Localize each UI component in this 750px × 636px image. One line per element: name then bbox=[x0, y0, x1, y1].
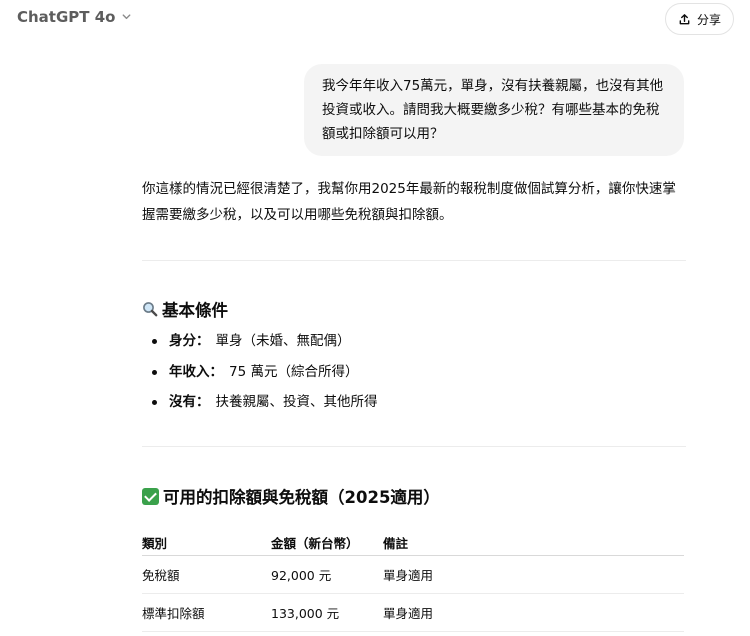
table-row: 標準扣除額 133,000 元 單身適用 bbox=[142, 593, 684, 632]
assistant-message: 你這樣的情況已經很清楚了，我幫你用2025年最新的報稅制度做個試算分析，讓你快速… bbox=[142, 176, 686, 632]
list-item: 沒有： 扶養親屬、投資、其他所得 bbox=[142, 391, 378, 422]
item-key: 年收入： bbox=[169, 363, 223, 380]
item-key: 沒有： bbox=[169, 394, 210, 410]
item-value: 單身（未婚、無配偶） bbox=[215, 333, 351, 349]
chat-page: ChatGPT 4o 分享 我今年年收入75萬元，單身，沒有扶養親屬，也沒有其他… bbox=[0, 0, 750, 636]
share-label: 分享 bbox=[696, 12, 721, 27]
item-key: 身分： bbox=[169, 333, 210, 349]
check-mark-icon bbox=[142, 487, 159, 505]
magnifying-glass-icon bbox=[142, 301, 158, 317]
table-row: 免稅額 92,000 元 單身適用 bbox=[142, 555, 684, 594]
table-header-row: 類別 金額（新台幣） 備註 bbox=[142, 530, 684, 556]
list-item: 身分： 單身（未婚、無配偶） bbox=[142, 330, 378, 361]
column-header: 類別 bbox=[142, 530, 271, 556]
model-name: ChatGPT 4o bbox=[17, 8, 116, 26]
column-header: 金額（新台幣） bbox=[271, 530, 383, 556]
table-cell: 免稅額 bbox=[142, 555, 271, 594]
chevron-down-icon bbox=[121, 11, 132, 25]
table-cell: 133,000 元 bbox=[271, 593, 383, 632]
share-upload-icon bbox=[678, 13, 691, 26]
table-cell: 92,000 元 bbox=[271, 555, 383, 594]
basic-conditions-list: 身分： 單身（未婚、無配偶） 年收入： 75 萬元（綜合所得） 沒有： 扶養親屬、投資… bbox=[142, 330, 378, 422]
table-cell: 標準扣除額 bbox=[142, 593, 271, 632]
section-heading-deductions: 可用的扣除額與免稅額（2025適用） bbox=[142, 484, 440, 508]
list-item: 年收入： 75 萬元（綜合所得） bbox=[142, 361, 378, 392]
top-bar: ChatGPT 4o 分享 bbox=[0, 0, 750, 40]
assistant-intro: 你這樣的情況已經很清楚了，我幫你用2025年最新的報稅制度做個試算分析，讓你快速… bbox=[142, 181, 676, 223]
divider bbox=[142, 446, 686, 447]
table-cell: 單身適用 bbox=[383, 555, 684, 594]
section-heading-basic-conditions: 基本條件 bbox=[142, 297, 228, 321]
divider bbox=[142, 260, 686, 261]
item-value: 75 萬元（綜合所得） bbox=[229, 363, 359, 380]
column-header: 備註 bbox=[383, 530, 684, 556]
section-title-text: 可用的扣除額與免稅額（2025適用） bbox=[163, 488, 440, 507]
user-message-text: 我今年年收入75萬元，單身，沒有扶養親屬，也沒有其他投資或收入。請問我大概要繳多… bbox=[322, 78, 664, 142]
model-selector[interactable]: ChatGPT 4o bbox=[17, 8, 132, 26]
table-cell: 單身適用 bbox=[383, 593, 684, 632]
user-message-bubble: 我今年年收入75萬元，單身，沒有扶養親屬，也沒有其他投資或收入。請問我大概要繳多… bbox=[304, 64, 684, 156]
share-button[interactable]: 分享 bbox=[664, 3, 734, 35]
item-value: 扶養親屬、投資、其他所得 bbox=[215, 394, 378, 410]
section-title-text: 基本條件 bbox=[162, 301, 228, 320]
deductions-table: 類別 金額（新台幣） 備註 免稅額 92,000 元 單身適用 標準扣除額 13… bbox=[142, 530, 684, 632]
